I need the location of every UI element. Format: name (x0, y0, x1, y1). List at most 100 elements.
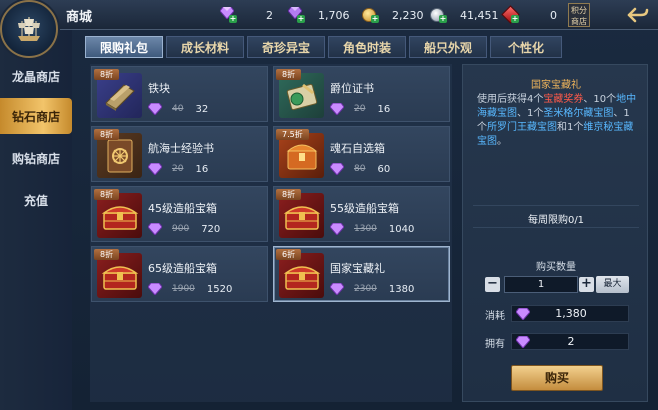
purple-gem-icon (148, 223, 162, 235)
tab-limited-gift-packs[interactable]: 限购礼包 (85, 36, 163, 58)
discounted-price: 1520 (206, 283, 233, 295)
shop-item-card[interactable]: 8折 55级造船宝箱 1300 1040 (273, 186, 450, 242)
item-name: 45级造船宝箱 (148, 202, 217, 215)
item-price: 900 720 (148, 223, 220, 235)
shop-item-card-selected[interactable]: 6折 国家宝藏礼 2300 1380 (273, 246, 450, 302)
purple-gem-icon (516, 335, 530, 348)
purple-gem-stack-icon: + (287, 6, 306, 23)
resource-value: 2,230 (392, 8, 424, 22)
discount-badge: 8折 (276, 189, 302, 200)
shop-item-card[interactable]: 7.5折 魂石自选箱 80 60 (273, 126, 450, 182)
tab-growth-materials[interactable]: 成长材料 (166, 36, 244, 58)
sidebar-item-buy-diamond-shop[interactable]: 购钻商店 (0, 140, 72, 176)
purple-gem-icon (148, 103, 162, 115)
gold-coin-icon: + (362, 7, 380, 23)
discounted-price: 16 (195, 163, 209, 175)
original-price: 40 (172, 104, 184, 114)
item-name: 航海士经验书 (148, 142, 214, 155)
discount-badge: 8折 (94, 249, 120, 260)
discounted-price: 720 (201, 223, 221, 235)
quantity-input[interactable]: 1 (504, 276, 578, 293)
quantity-label: 购买数量 (536, 262, 576, 273)
tab-rare-treasures[interactable]: 奇珍异宝 (247, 36, 325, 58)
purple-gem-icon (330, 103, 344, 115)
purple-gem-icon (516, 307, 530, 320)
back-button[interactable] (624, 4, 652, 26)
resource-value: 0 (550, 8, 557, 22)
sidebar-item-recharge[interactable]: 充值 (0, 182, 72, 218)
page-title: 商城 (66, 10, 93, 25)
purple-gem-icon (330, 283, 344, 295)
discounted-price: 16 (377, 103, 391, 115)
owned-field: 2 (511, 333, 629, 350)
discount-badge: 8折 (276, 69, 302, 80)
tab-ship-appearance[interactable]: 船只外观 (409, 36, 487, 58)
resource-gold-coin[interactable]: + 2,230 (362, 6, 424, 24)
discount-badge: 6折 (276, 249, 302, 260)
ship-logo (0, 0, 58, 58)
original-price: 900 (172, 224, 190, 234)
weekly-limit: 每周限购0/1 (527, 215, 585, 226)
sidebar-item-diamond-shop[interactable]: 钻石商店 (0, 98, 72, 134)
tab-character-outfits[interactable]: 角色时装 (328, 36, 406, 58)
resource-value: 1,706 (318, 8, 350, 22)
desc-highlight: 宝藏奖券 (543, 94, 584, 105)
detail-title: 国家宝藏礼 (531, 80, 581, 91)
desc-text: 和1个 (557, 122, 584, 133)
discount-badge: 8折 (94, 69, 120, 80)
item-price: 20 16 (148, 163, 208, 175)
resource-value: 41,451 (460, 8, 499, 22)
red-gem-icon: + (501, 5, 520, 24)
original-price: 1300 (354, 224, 377, 234)
original-price: 2300 (354, 284, 377, 294)
decrease-button[interactable]: − (485, 277, 500, 292)
desc-text: 、10个 (583, 94, 617, 105)
purple-gem-icon (148, 283, 162, 295)
buy-button[interactable]: 购买 (511, 365, 603, 391)
resource-purple-gem-stack[interactable]: + 1,706 (287, 6, 350, 24)
tab-personalization[interactable]: 个性化 (490, 36, 562, 58)
detail-description: 使用后获得4个宝藏奖券、10个地中海藏宝图、1个圣米格尔藏宝图、1个所罗门王藏宝… (477, 93, 639, 149)
resource-silver-coin[interactable]: + 41,451 (430, 6, 499, 24)
resource-value: 2 (266, 8, 273, 22)
increase-button[interactable]: + (579, 277, 594, 292)
owned-value: 2 (567, 335, 575, 348)
sidebar-item-dragon-crystal-shop[interactable]: 龙晶商店 (0, 58, 72, 94)
desc-text: 、1个 (517, 108, 544, 119)
discounted-price: 1040 (388, 223, 415, 235)
discounted-price: 1380 (388, 283, 415, 295)
resource-red-gem[interactable]: + 0 (501, 5, 557, 24)
top-bar: 商城 + 2 + 1,706 + 2,230 + 41,451 + 0 积分商店 (0, 0, 658, 30)
shop-item-card[interactable]: 8折 爵位证书 20 16 (273, 66, 450, 122)
item-name: 65级造船宝箱 (148, 262, 217, 275)
purple-gem-plus-icon: + (219, 6, 238, 23)
shop-item-card[interactable]: 8折 铁块 40 32 (91, 66, 268, 122)
original-price: 20 (172, 164, 184, 174)
item-detail-panel: 国家宝藏礼 使用后获得4个宝藏奖券、10个地中海藏宝图、1个圣米格尔藏宝图、1个… (462, 64, 648, 402)
item-name: 爵位证书 (330, 82, 374, 95)
item-price: 40 32 (148, 103, 208, 115)
resource-purple-gem-plus[interactable]: + 2 (219, 6, 273, 24)
cost-field: 1,380 (511, 305, 629, 322)
purple-gem-icon (330, 223, 344, 235)
back-arrow-icon (627, 7, 649, 23)
item-price: 2300 1380 (330, 283, 414, 295)
discount-badge: 7.5折 (276, 129, 309, 140)
item-price: 20 16 (330, 103, 390, 115)
purple-gem-icon (330, 163, 344, 175)
shop-item-card[interactable]: 8折 航海士经验书 20 16 (91, 126, 268, 182)
shop-item-card[interactable]: 8折 65级造船宝箱 1900 1520 (91, 246, 268, 302)
cost-label: 消耗 (485, 311, 505, 322)
divider (473, 227, 639, 228)
discount-badge: 8折 (94, 129, 120, 140)
discount-badge: 8折 (94, 189, 120, 200)
discounted-price: 32 (195, 103, 209, 115)
desc-highlight: 圣米格尔藏宝图 (543, 108, 614, 119)
sidebar: 龙晶商店 钻石商店 购钻商店 充值 (0, 30, 72, 410)
points-shop-button[interactable]: 积分商店 (568, 3, 590, 27)
shop-item-card[interactable]: 8折 45级造船宝箱 900 720 (91, 186, 268, 242)
desc-text: 。 (497, 136, 507, 147)
original-price: 80 (354, 164, 366, 174)
discounted-price: 60 (377, 163, 391, 175)
max-quantity-button[interactable]: 最大 (596, 276, 629, 293)
